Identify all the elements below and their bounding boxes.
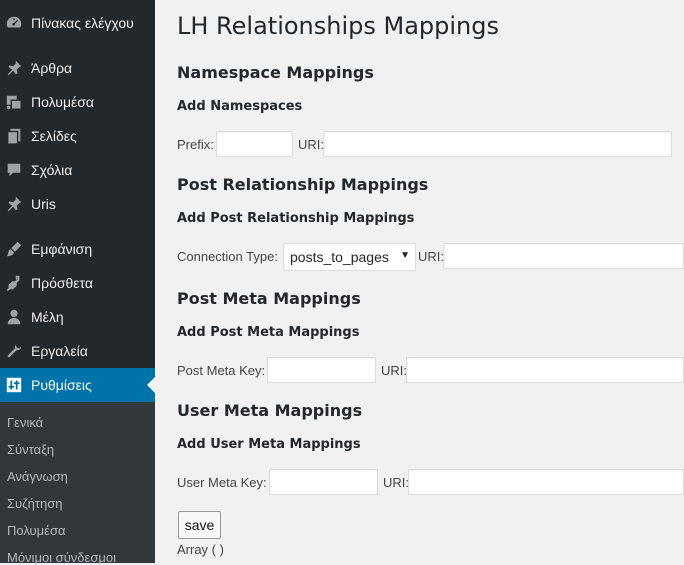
post-relationship-uri-input[interactable]: [443, 243, 684, 269]
namespace-heading: Namespace Mappings: [177, 63, 374, 82]
post-relationship-uri-label: URI:: [418, 249, 444, 264]
sidebar-item-media[interactable]: Πολυμέσα: [0, 85, 155, 119]
post-meta-key-label: Post Meta Key:: [177, 363, 266, 378]
page-title: LH Relationships Mappings: [177, 12, 500, 40]
user-meta-heading: User Meta Mappings: [177, 401, 363, 420]
user-meta-key-label: User Meta Key:: [177, 475, 267, 490]
sidebar-item-posts[interactable]: Άρθρα: [0, 51, 155, 85]
post-meta-uri-input[interactable]: [406, 357, 684, 383]
submenu-item-discussion[interactable]: Συζήτηση: [7, 496, 63, 511]
settings-icon: [4, 375, 24, 395]
plugins-icon: [4, 273, 24, 293]
comments-icon: [4, 160, 24, 180]
sidebar-item-dashboard[interactable]: Πίνακας ελέγχου: [0, 6, 155, 40]
post-meta-heading: Post Meta Mappings: [177, 289, 361, 308]
sidebar-item-label: Πολυμέσα: [31, 94, 94, 110]
pages-icon: [4, 126, 24, 146]
sidebar-item-label: Πίνακας ελέγχου: [31, 15, 134, 31]
sidebar-item-label: Uris: [31, 196, 56, 212]
sidebar-item-label: Μέλη: [31, 309, 64, 325]
post-meta-key-input[interactable]: [267, 357, 376, 383]
namespace-uri-input[interactable]: [323, 131, 672, 157]
sidebar-item-label: Σελίδες: [31, 128, 77, 144]
post-meta-uri-label: URI:: [381, 363, 407, 378]
main-content: LH Relationships Mappings Namespace Mapp…: [155, 0, 684, 563]
user-meta-key-input[interactable]: [269, 469, 378, 495]
namespace-uri-label: URI:: [298, 137, 324, 152]
dashboard-icon: [4, 13, 24, 33]
dropdown-arrow-icon: ▼: [400, 250, 410, 261]
post-relationship-subheading: Add Post Relationship Mappings: [177, 211, 415, 226]
connection-type-value: posts_to_pages: [290, 249, 389, 265]
submenu-item-general[interactable]: Γενικά: [7, 415, 43, 430]
sidebar-item-pages[interactable]: Σελίδες: [0, 119, 155, 153]
users-icon: [4, 307, 24, 327]
user-meta-uri-input[interactable]: [408, 469, 684, 495]
prefix-input[interactable]: [216, 131, 293, 157]
sidebar-item-tools[interactable]: Εργαλεία: [0, 334, 155, 368]
sidebar-item-label: Πρόσθετα: [31, 275, 93, 291]
post-meta-subheading: Add Post Meta Mappings: [177, 325, 360, 340]
submenu-item-reading[interactable]: Ανάγνωση: [7, 469, 68, 484]
sidebar-item-users[interactable]: Μέλη: [0, 300, 155, 334]
sidebar-item-uris[interactable]: Uris: [0, 187, 155, 221]
admin-sidebar: Πίνακας ελέγχου Άρθρα Πολυμέσα Σελίδες Σ…: [0, 0, 155, 565]
prefix-label: Prefix:: [177, 137, 214, 152]
connection-type-select[interactable]: posts_to_pages ▼: [283, 243, 416, 271]
user-meta-uri-label: URI:: [383, 475, 409, 490]
pin-icon: [4, 194, 24, 214]
media-icon: [4, 92, 24, 112]
sidebar-item-label: Άρθρα: [31, 60, 73, 76]
settings-submenu: Γενικά Σύνταξη Ανάγνωση Συζήτηση Πολυμέσ…: [0, 402, 155, 565]
sidebar-item-label: Εμφάνιση: [31, 241, 93, 257]
sidebar-item-settings[interactable]: Ρυθμίσεις: [0, 368, 155, 402]
sidebar-item-label: Ρυθμίσεις: [31, 377, 92, 393]
sidebar-item-comments[interactable]: Σχόλια: [0, 153, 155, 187]
save-button[interactable]: save: [178, 511, 221, 539]
sidebar-item-label: Εργαλεία: [31, 343, 88, 359]
submenu-item-media[interactable]: Πολυμέσα: [7, 523, 66, 538]
connection-type-label: Connection Type:: [177, 249, 278, 264]
user-meta-subheading: Add User Meta Mappings: [177, 437, 361, 452]
pin-icon: [4, 58, 24, 78]
debug-output: Array ( ): [177, 542, 224, 557]
namespace-subheading: Add Namespaces: [177, 99, 303, 114]
appearance-icon: [4, 239, 24, 259]
sidebar-item-appearance[interactable]: Εμφάνιση: [0, 232, 155, 266]
tools-icon: [4, 341, 24, 361]
sidebar-item-plugins[interactable]: Πρόσθετα: [0, 266, 155, 300]
submenu-item-writing[interactable]: Σύνταξη: [7, 442, 54, 457]
sidebar-item-label: Σχόλια: [31, 162, 73, 178]
post-relationship-heading: Post Relationship Mappings: [177, 175, 429, 194]
